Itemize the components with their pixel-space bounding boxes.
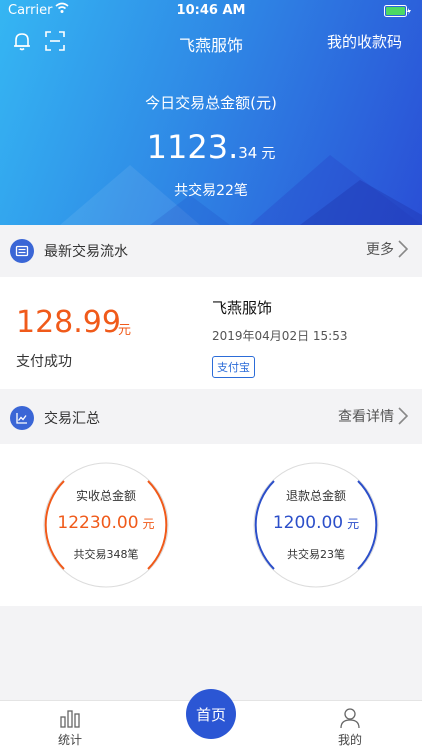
transaction-status: 支付成功 xyxy=(16,354,72,370)
chevron-right-icon xyxy=(398,240,408,258)
refund-amount-unit: 元 xyxy=(347,517,360,531)
my-qr-code-link[interactable]: 我的收款码 xyxy=(327,31,402,52)
view-details-label: 查看详情 xyxy=(338,409,394,425)
received-total-circle[interactable]: 实收总金额 12230.00 元 共交易348笔 xyxy=(40,459,172,591)
summary-title: 交易汇总 xyxy=(44,411,100,427)
received-total-label: 实收总金额 xyxy=(75,489,136,503)
today-transaction-count: 共交易22笔 xyxy=(174,183,248,199)
today-amount-decimal: 34 xyxy=(238,144,258,162)
payment-method-badge: 支付宝 xyxy=(212,356,255,378)
view-details-button[interactable]: 查看详情 xyxy=(338,406,408,426)
today-total-amount: 1123.34 元 xyxy=(0,128,422,166)
more-button[interactable]: 更多 xyxy=(366,239,408,259)
nav-bar: 飞燕服饰 我的收款码 xyxy=(0,28,422,56)
merchant-name: 飞燕服饰 xyxy=(212,299,273,317)
received-count: 共交易348笔 xyxy=(73,548,139,561)
tab-stats-label: 统计 xyxy=(57,733,82,747)
status-bar: Carrier 10:46 AM xyxy=(0,0,422,22)
today-total-label: 今日交易总金额(元) xyxy=(145,94,277,112)
refund-count: 共交易23笔 xyxy=(287,548,345,561)
chart-icon xyxy=(10,406,34,430)
transaction-amount: 128.99 xyxy=(16,305,121,340)
clock: 10:46 AM xyxy=(176,3,246,18)
chevron-right-icon xyxy=(398,407,408,425)
list-icon xyxy=(10,239,34,263)
refund-total-label: 退款总金额 xyxy=(285,489,346,503)
bar-chart-icon xyxy=(60,710,80,728)
user-icon xyxy=(340,708,360,729)
today-amount-unit: 元 xyxy=(261,146,276,162)
latest-transactions-title: 最新交易流水 xyxy=(44,244,128,260)
tab-home-label: 首页 xyxy=(195,705,226,724)
summary-panel: 实收总金额 12230.00 元 共交易348笔 退款总金额 1200.00 元 共… xyxy=(0,444,422,606)
latest-transaction-card[interactable]: 128.99 元 支付成功 飞燕服饰 2019年04月02日 15:53 支付宝 xyxy=(0,277,422,389)
tab-stats[interactable]: 统计 xyxy=(40,707,100,748)
received-total-amount: 12230.00 元 xyxy=(40,513,172,533)
more-label: 更多 xyxy=(366,242,394,258)
refund-total-amount: 1200.00 元 xyxy=(250,513,382,533)
summary-header: 交易汇总 查看详情 xyxy=(0,392,422,444)
received-amount-unit: 元 xyxy=(142,517,155,531)
refund-total-circle[interactable]: 退款总金额 1200.00 元 共交易23笔 xyxy=(250,459,382,591)
latest-transactions-header: 最新交易流水 更多 xyxy=(0,225,422,277)
tab-mine-label: 我的 xyxy=(337,733,362,747)
battery-icon xyxy=(384,5,411,17)
today-amount-integer: 1123. xyxy=(146,128,239,166)
tab-home[interactable]: 首页 xyxy=(186,689,236,739)
transaction-datetime: 2019年04月02日 15:53 xyxy=(212,329,348,343)
header-banner: Carrier 10:46 AM 飞燕服饰 我的收款码 今日交易总金额(元) 1… xyxy=(0,0,422,225)
received-amount-value: 12230.00 xyxy=(57,513,139,533)
refund-amount-value: 1200.00 xyxy=(272,513,344,533)
transaction-amount-unit: 元 xyxy=(118,323,132,338)
tab-mine[interactable]: 我的 xyxy=(320,707,380,748)
